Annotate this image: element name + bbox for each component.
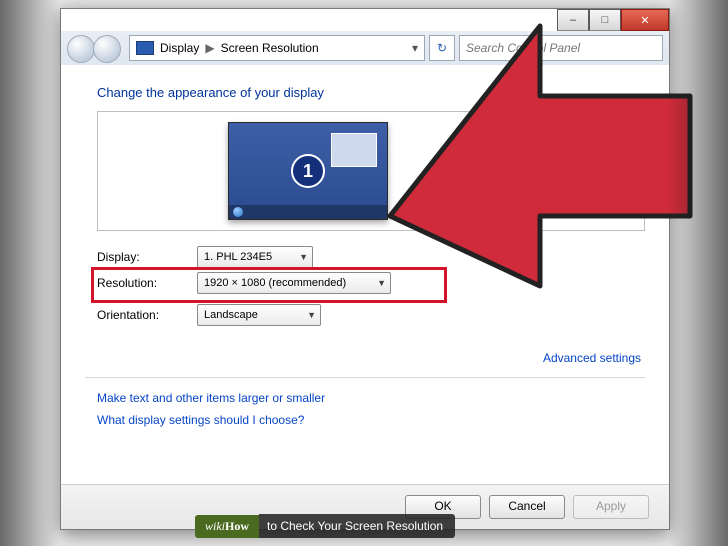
close-button[interactable]: ✕	[621, 9, 669, 31]
cancel-button[interactable]: Cancel	[489, 495, 565, 519]
resolution-label: Resolution:	[97, 276, 197, 290]
monitor-taskbar-icon	[229, 205, 387, 219]
address-bar[interactable]: Display ▶ Screen Resolution ▾	[129, 35, 425, 61]
minimize-button[interactable]: –	[557, 9, 589, 31]
screen-resolution-window: – □ ✕ Display ▶ Screen Resolution ▾ ↻ Se…	[60, 8, 670, 530]
explorer-toolbar: Display ▶ Screen Resolution ▾ ↻ Search C…	[61, 31, 669, 66]
orientation-dropdown[interactable]: Landscape ▼	[197, 304, 321, 326]
search-input[interactable]: Search Control Panel	[459, 35, 663, 61]
apply-button: Apply	[573, 495, 649, 519]
breadcrumb-part[interactable]: Screen Resolution	[221, 41, 319, 55]
display-value: 1. PHL 234E5	[204, 251, 272, 263]
maximize-button[interactable]: □	[589, 9, 621, 31]
page-title: Change the appearance of your display	[97, 85, 324, 100]
help-link[interactable]: What display settings should I choose?	[97, 413, 304, 427]
detect-button[interactable]: Detect	[578, 122, 636, 146]
caption-text: to Check Your Screen Resolution	[259, 514, 455, 538]
back-button[interactable]	[67, 35, 95, 63]
display-label: Display:	[97, 250, 197, 264]
refresh-button[interactable]: ↻	[429, 35, 455, 61]
orientation-value: Landscape	[204, 309, 258, 321]
wikihow-logo: wikiHow	[195, 515, 259, 538]
resolution-value: 1920 × 1080 (recommended)	[204, 277, 346, 289]
advanced-settings-link[interactable]: Advanced settings	[543, 351, 641, 365]
window-controls: – □ ✕	[557, 9, 669, 31]
monitor-window-icon	[331, 133, 377, 167]
chevron-right-icon: ▶	[205, 41, 214, 55]
breadcrumb-part[interactable]: Display	[160, 41, 199, 55]
forward-button[interactable]	[93, 35, 121, 63]
monitor-number: 1	[291, 154, 325, 188]
address-dropdown-icon[interactable]: ▾	[412, 41, 418, 55]
control-panel-icon	[136, 41, 154, 55]
chevron-down-icon: ▼	[377, 278, 386, 288]
resolution-dropdown[interactable]: 1920 × 1080 (recommended) ▼	[197, 272, 391, 294]
orientation-label: Orientation:	[97, 308, 197, 322]
divider	[85, 377, 645, 378]
display-dropdown[interactable]: 1. PHL 234E5 ▼	[197, 246, 313, 268]
chevron-down-icon: ▼	[307, 310, 316, 320]
caption-bar: wikiHow to Check Your Screen Resolution	[195, 512, 455, 540]
chevron-down-icon: ▼	[299, 252, 308, 262]
text-size-link[interactable]: Make text and other items larger or smal…	[97, 391, 325, 405]
display-preview: 1 Detect	[97, 111, 645, 231]
monitor-thumbnail[interactable]: 1	[228, 122, 388, 220]
